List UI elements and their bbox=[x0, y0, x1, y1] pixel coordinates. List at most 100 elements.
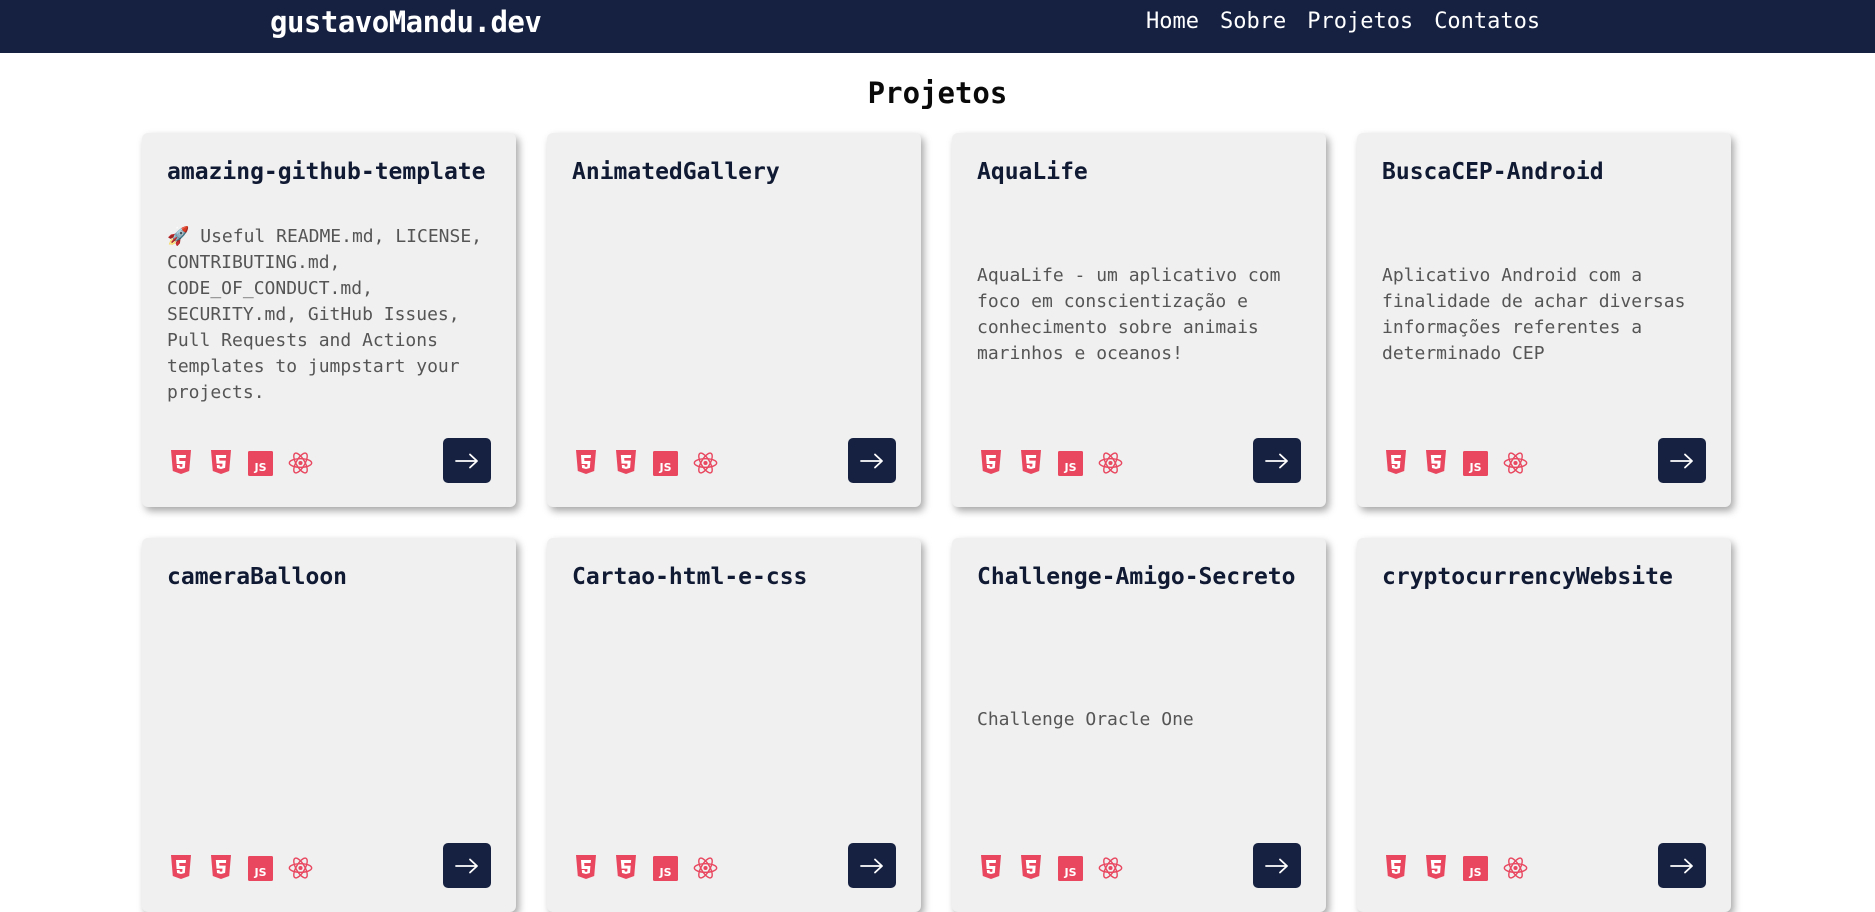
html5-icon bbox=[1383, 855, 1408, 881]
nav-link-contatos[interactable]: Contatos bbox=[1434, 8, 1540, 36]
project-description: 🚀 Useful README.md, LICENSE, CONTRIBUTIN… bbox=[167, 226, 483, 403]
project-description-area: 🚀 Useful README.md, LICENSE, CONTRIBUTIN… bbox=[167, 205, 496, 425]
javascript-icon: JS bbox=[1058, 450, 1083, 476]
svg-text:JS: JS bbox=[253, 866, 266, 879]
html5-icon bbox=[978, 450, 1003, 476]
javascript-icon: JS bbox=[248, 855, 273, 881]
project-title: Cartao-html-e-css bbox=[572, 564, 808, 590]
html5-icon bbox=[573, 855, 598, 881]
html5-icon bbox=[978, 855, 1003, 881]
project-description-area bbox=[572, 610, 901, 830]
javascript-icon: JS bbox=[653, 855, 678, 881]
project-title: amazing-github-template bbox=[167, 159, 486, 185]
tech-stack-icons: JS bbox=[573, 855, 718, 881]
css3-icon bbox=[1018, 855, 1043, 881]
open-project-button[interactable] bbox=[848, 438, 896, 483]
project-title: BuscaCEP-Android bbox=[1382, 159, 1604, 185]
open-project-button[interactable] bbox=[1253, 843, 1301, 888]
project-description-area bbox=[572, 205, 901, 425]
nav-link-home[interactable]: Home bbox=[1146, 8, 1199, 36]
css3-icon bbox=[1018, 450, 1043, 476]
svg-text:JS: JS bbox=[1063, 866, 1076, 879]
project-description: Challenge Oracle One bbox=[977, 709, 1194, 730]
project-card: Cartao-html-e-css JS bbox=[547, 538, 921, 912]
project-title: cryptocurrencyWebsite bbox=[1382, 564, 1673, 590]
svg-text:JS: JS bbox=[658, 866, 671, 879]
project-description-area: AquaLife - um aplicativo com foco em con… bbox=[977, 205, 1306, 425]
arrow-right-icon bbox=[455, 453, 479, 469]
react-icon bbox=[1098, 855, 1123, 881]
arrow-right-icon bbox=[1670, 453, 1694, 469]
javascript-icon: JS bbox=[1463, 855, 1488, 881]
html5-icon bbox=[168, 855, 193, 881]
project-title: cameraBalloon bbox=[167, 564, 348, 590]
nav-link-sobre[interactable]: Sobre bbox=[1220, 8, 1286, 36]
react-icon bbox=[1503, 450, 1528, 476]
javascript-icon: JS bbox=[1058, 855, 1083, 881]
open-project-button[interactable] bbox=[443, 843, 491, 888]
project-description-area bbox=[1382, 610, 1711, 830]
brand-logo[interactable]: gustavoMandu.dev bbox=[270, 4, 542, 40]
nav-menu: Home Sobre Projetos Contatos bbox=[1146, 8, 1561, 36]
css3-icon bbox=[613, 450, 638, 476]
arrow-right-icon bbox=[860, 453, 884, 469]
tech-stack-icons: JS bbox=[1383, 855, 1528, 881]
html5-icon bbox=[1383, 450, 1408, 476]
project-card: Challenge-Amigo-Secreto Challenge Oracle … bbox=[952, 538, 1326, 912]
open-project-button[interactable] bbox=[848, 843, 896, 888]
javascript-icon: JS bbox=[248, 450, 273, 476]
react-icon bbox=[288, 450, 313, 476]
react-icon bbox=[1503, 855, 1528, 881]
css3-icon bbox=[208, 450, 233, 476]
html5-icon bbox=[168, 450, 193, 476]
projects-grid: amazing-github-template 🚀 Useful README.m… bbox=[142, 133, 1732, 912]
project-description-area: Challenge Oracle One bbox=[977, 610, 1306, 830]
arrow-right-icon bbox=[860, 858, 884, 874]
css3-icon bbox=[1423, 450, 1448, 476]
css3-icon bbox=[1423, 855, 1448, 881]
svg-text:JS: JS bbox=[1468, 461, 1481, 474]
arrow-right-icon bbox=[1265, 453, 1289, 469]
tech-stack-icons: JS bbox=[168, 855, 313, 881]
svg-text:JS: JS bbox=[658, 461, 671, 474]
react-icon bbox=[1098, 450, 1123, 476]
arrow-right-icon bbox=[1670, 858, 1694, 874]
project-card: cryptocurrencyWebsite JS bbox=[1357, 538, 1731, 912]
project-card: amazing-github-template 🚀 Useful README.m… bbox=[142, 133, 516, 507]
open-project-button[interactable] bbox=[1658, 843, 1706, 888]
open-project-button[interactable] bbox=[1658, 438, 1706, 483]
arrow-right-icon bbox=[455, 858, 479, 874]
tech-stack-icons: JS bbox=[168, 450, 313, 476]
tech-stack-icons: JS bbox=[978, 450, 1123, 476]
open-project-button[interactable] bbox=[443, 438, 491, 483]
react-icon bbox=[693, 855, 718, 881]
css3-icon bbox=[613, 855, 638, 881]
project-title: Challenge-Amigo-Secreto bbox=[977, 564, 1296, 590]
svg-text:JS: JS bbox=[1468, 866, 1481, 879]
tech-stack-icons: JS bbox=[573, 450, 718, 476]
project-description-area: Aplicativo Android com a finalidade de a… bbox=[1382, 205, 1711, 425]
open-project-button[interactable] bbox=[1253, 438, 1301, 483]
project-description-area bbox=[167, 610, 496, 830]
top-navbar: gustavoMandu.dev Home Sobre Projetos Con… bbox=[0, 0, 1875, 53]
section-title: Projetos bbox=[867, 76, 1008, 110]
html5-icon bbox=[573, 450, 598, 476]
arrow-right-icon bbox=[1265, 858, 1289, 874]
project-card: cameraBalloon JS bbox=[142, 538, 516, 912]
project-description: AquaLife - um aplicativo com foco em con… bbox=[977, 265, 1281, 364]
nav-link-projetos[interactable]: Projetos bbox=[1307, 8, 1413, 36]
project-card: BuscaCEP-Android Aplicativo Android com a… bbox=[1357, 133, 1731, 507]
svg-text:JS: JS bbox=[253, 461, 266, 474]
tech-stack-icons: JS bbox=[1383, 450, 1528, 476]
react-icon bbox=[693, 450, 718, 476]
project-card: AnimatedGallery JS bbox=[547, 133, 921, 507]
project-title: AnimatedGallery bbox=[572, 159, 780, 185]
tech-stack-icons: JS bbox=[978, 855, 1123, 881]
project-description: Aplicativo Android com a finalidade de a… bbox=[1382, 265, 1686, 364]
project-title: AquaLife bbox=[977, 159, 1088, 185]
svg-text:JS: JS bbox=[1063, 461, 1076, 474]
css3-icon bbox=[208, 855, 233, 881]
javascript-icon: JS bbox=[653, 450, 678, 476]
react-icon bbox=[288, 855, 313, 881]
javascript-icon: JS bbox=[1463, 450, 1488, 476]
